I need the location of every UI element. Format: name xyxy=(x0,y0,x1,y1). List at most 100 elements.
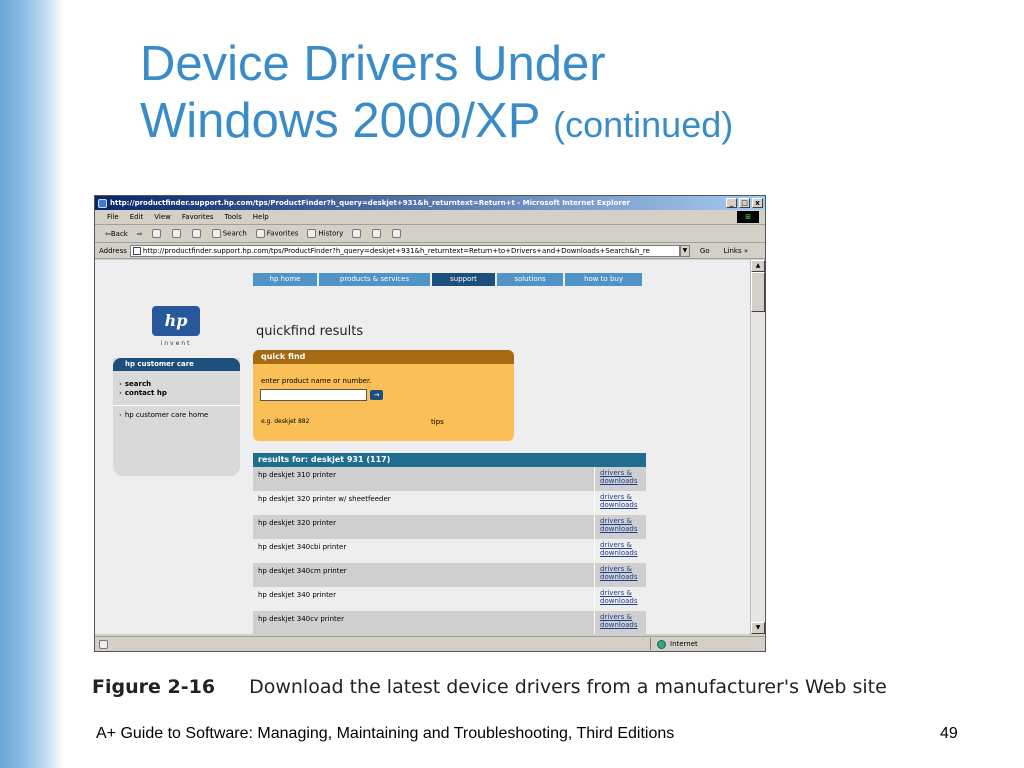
refresh-icon xyxy=(171,229,181,238)
nav-how-to-buy[interactable]: how to buy xyxy=(565,273,642,286)
slide-title-main: Windows 2000/XP xyxy=(140,94,540,148)
search-icon xyxy=(211,229,221,238)
print-button[interactable] xyxy=(372,229,383,238)
address-input[interactable]: http://productfinder.support.hp.com/tps/… xyxy=(129,244,680,257)
quickfind-panel: quick find enter product name or number.… xyxy=(253,350,514,441)
security-zone: Internet xyxy=(650,638,698,650)
slide-footer: A+ Guide to Software: Managing, Maintain… xyxy=(96,725,675,742)
favorites-icon xyxy=(255,229,265,238)
figure-caption: Figure 2-16 Download the latest device d… xyxy=(92,676,887,698)
slide-title-line1: Device Drivers Under xyxy=(140,37,606,91)
product-name: hp deskjet 340cm printer xyxy=(258,567,347,575)
address-label: Address xyxy=(99,246,127,255)
table-row: hp deskjet 340 printer drivers & download… xyxy=(253,587,646,611)
nav-solutions[interactable]: solutions xyxy=(497,273,563,286)
page-title: quickfind results xyxy=(256,324,364,339)
vertical-scrollbar[interactable]: ▲ ▼ xyxy=(750,260,765,634)
customer-care-header: hp customer care xyxy=(113,358,240,371)
print-icon xyxy=(372,229,382,238)
messenger-button[interactable] xyxy=(392,229,403,238)
minimize-button[interactable]: _ xyxy=(726,198,737,208)
quickfind-label: enter product name or number. xyxy=(261,377,372,385)
care-link-contact[interactable]: contact hp xyxy=(113,389,240,397)
product-name: hp deskjet 320 printer w/ sheetfeeder xyxy=(258,495,391,503)
windows-logo-icon: ⊞ xyxy=(737,211,759,223)
nav-support[interactable]: support xyxy=(432,273,495,286)
messenger-icon xyxy=(392,229,402,238)
product-name: hp deskjet 340 printer xyxy=(258,591,336,599)
page-number: 49 xyxy=(940,725,958,742)
nav-hp-home[interactable]: hp home xyxy=(253,273,317,286)
customer-care-panel: hp customer care search contact hp hp cu… xyxy=(113,358,240,476)
drivers-downloads-link[interactable]: drivers & downloads xyxy=(594,515,646,539)
zone-label: Internet xyxy=(670,640,698,648)
refresh-button[interactable] xyxy=(171,229,183,238)
browser-toolbar: ⇦Back ⇨ Search Favorites History xyxy=(95,225,765,243)
home-button[interactable] xyxy=(191,229,203,238)
address-bar: Address http://productfinder.support.hp.… xyxy=(95,243,765,259)
go-button[interactable]: Go xyxy=(700,247,710,255)
slide-accent-bar xyxy=(0,0,64,768)
status-bar: Internet xyxy=(95,636,765,651)
favorites-button[interactable]: Favorites xyxy=(255,229,298,238)
drivers-downloads-link[interactable]: drivers & downloads xyxy=(594,491,646,515)
menu-bar: File Edit View Favorites Tools Help ⊞ xyxy=(95,210,765,225)
search-button[interactable]: Search xyxy=(211,229,247,238)
slide-title: Device Drivers Under Windows 2000/XP (co… xyxy=(140,36,733,153)
product-name: hp deskjet 340cv printer xyxy=(258,615,344,623)
history-button[interactable]: History xyxy=(307,229,343,238)
drivers-downloads-link[interactable]: drivers & downloads xyxy=(594,539,646,563)
scroll-thumb[interactable] xyxy=(751,272,765,312)
address-dropdown-icon[interactable]: ▼ xyxy=(679,244,690,257)
scroll-down-icon[interactable]: ▼ xyxy=(751,622,765,634)
drivers-downloads-link[interactable]: drivers & downloads xyxy=(594,467,646,491)
drivers-downloads-link[interactable]: drivers & downloads xyxy=(594,611,646,634)
close-button[interactable]: x xyxy=(752,198,763,208)
ie-icon xyxy=(98,198,107,208)
menu-help[interactable]: Help xyxy=(253,213,269,221)
quickfind-tips-link[interactable]: tips xyxy=(431,418,444,426)
home-icon xyxy=(191,229,201,238)
mail-icon xyxy=(352,229,362,238)
table-row: hp deskjet 320 printer w/ sheetfeeder dr… xyxy=(253,491,646,515)
figure-text: Download the latest device drivers from … xyxy=(249,676,887,698)
table-row: hp deskjet 340cm printer drivers & downlo… xyxy=(253,563,646,587)
hp-logo-tagline: invent xyxy=(160,340,192,347)
stop-button[interactable] xyxy=(151,229,163,238)
page-viewport: hp home products & services support solu… xyxy=(95,260,750,634)
hp-logo[interactable]: hp xyxy=(152,306,200,336)
back-button[interactable]: ⇦Back xyxy=(105,230,128,238)
quickfind-go-button[interactable]: → xyxy=(370,390,383,400)
globe-icon xyxy=(657,639,666,649)
product-name: hp deskjet 320 printer xyxy=(258,519,336,527)
hp-nav: hp home products & services support solu… xyxy=(253,273,644,286)
browser-titlebar: http://productfinder.support.hp.com/tps/… xyxy=(95,196,765,210)
care-link-home[interactable]: hp customer care home xyxy=(113,411,240,419)
menu-favorites[interactable]: Favorites xyxy=(182,213,214,221)
product-name: hp deskjet 340cbi printer xyxy=(258,543,347,551)
links-button[interactable]: Links » xyxy=(724,247,749,255)
menu-edit[interactable]: Edit xyxy=(130,213,144,221)
scroll-up-icon[interactable]: ▲ xyxy=(751,260,765,272)
address-value: http://productfinder.support.hp.com/tps/… xyxy=(142,246,650,255)
maximize-button[interactable]: □ xyxy=(739,198,750,208)
mail-button[interactable] xyxy=(352,229,363,238)
menu-view[interactable]: View xyxy=(154,213,171,221)
history-icon xyxy=(307,229,317,238)
quickfind-input[interactable] xyxy=(260,389,367,401)
care-link-search[interactable]: search xyxy=(113,380,240,388)
product-name: hp deskjet 310 printer xyxy=(258,471,336,479)
table-row: hp deskjet 340cbi printer drivers & downl… xyxy=(253,539,646,563)
quickfind-example: e.g. deskjet 882 xyxy=(261,418,310,425)
slide-title-line2: Windows 2000/XP (continued) xyxy=(140,93,733,153)
browser-window: http://productfinder.support.hp.com/tps/… xyxy=(94,195,766,652)
forward-button[interactable]: ⇨ xyxy=(137,230,143,238)
drivers-downloads-link[interactable]: drivers & downloads xyxy=(594,563,646,587)
menu-file[interactable]: File xyxy=(107,213,119,221)
drivers-downloads-link[interactable]: drivers & downloads xyxy=(594,587,646,611)
results-header: results for: deskjet 931 (117) xyxy=(253,453,646,467)
nav-products-services[interactable]: products & services xyxy=(319,273,430,286)
page-icon xyxy=(132,246,141,255)
menu-tools[interactable]: Tools xyxy=(225,213,242,221)
slide-title-sub: (continued) xyxy=(553,104,734,145)
